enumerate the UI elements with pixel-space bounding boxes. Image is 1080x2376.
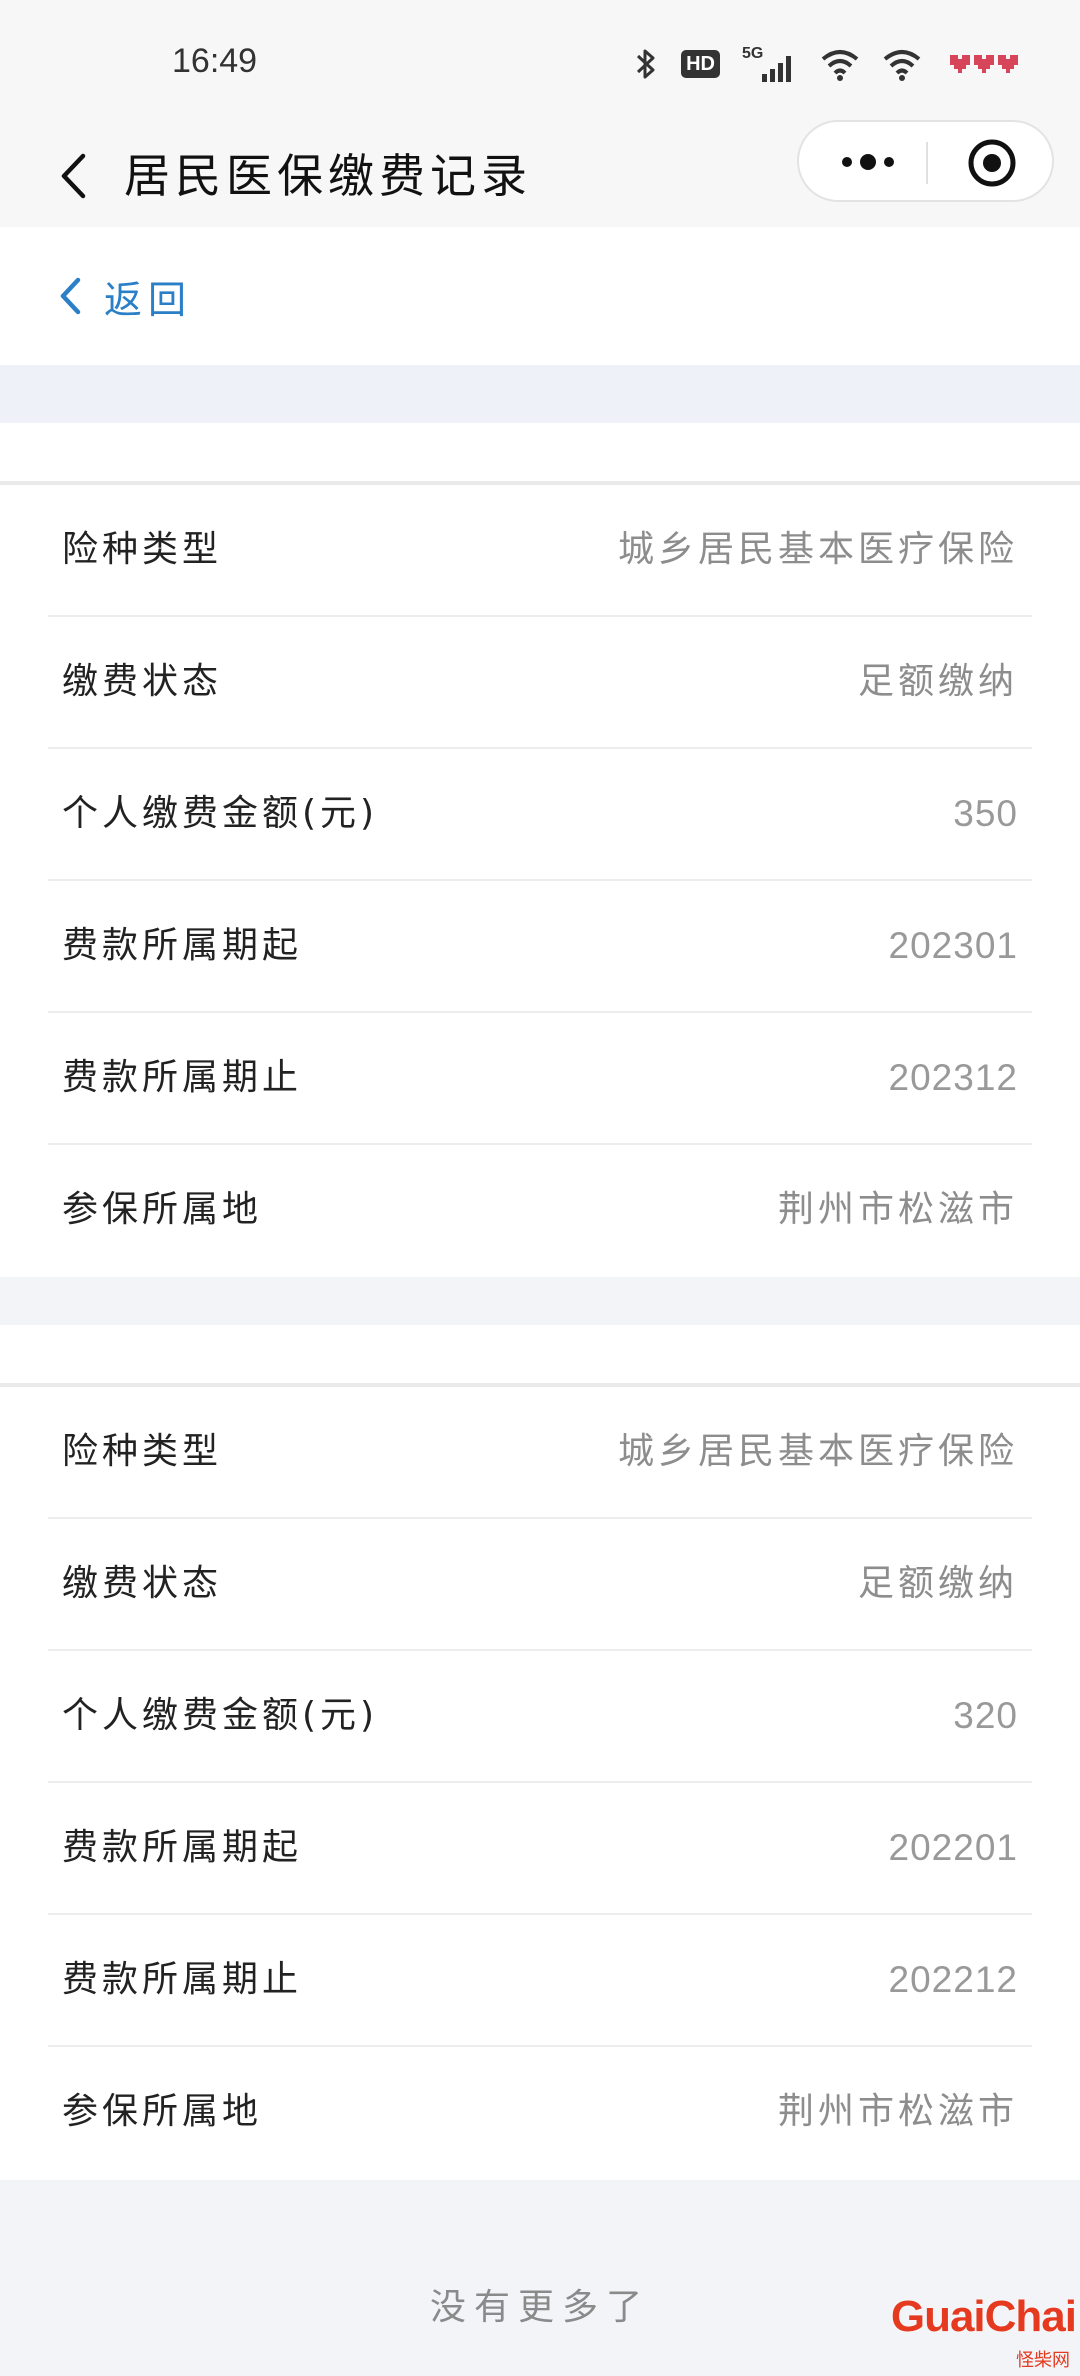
capsule-divider (926, 142, 928, 184)
status-icons: HD 5G (633, 44, 1018, 84)
network-label: 5G (742, 45, 763, 62)
row-label: 险种类型 (62, 529, 223, 570)
record-card: 险种类型 城乡居民基本医疗保险 缴费状态 足额缴纳 个人缴费金额(元) 320 … (0, 1325, 1080, 2180)
record-card: 险种类型 城乡居民基本医疗保险 缴费状态 足额缴纳 个人缴费金额(元) 350 … (0, 423, 1080, 1277)
more-button[interactable] (833, 142, 903, 182)
row-label: 费款所属期止 (62, 1057, 303, 1098)
row-value: 足额缴纳 (857, 661, 1018, 702)
back-link[interactable]: 返回 (58, 269, 192, 323)
record-row-period-end: 费款所属期止 202312 (48, 1013, 1032, 1145)
watermark-brand-cn: 怪柴网 (1016, 2350, 1070, 2371)
row-label: 险种类型 (62, 1431, 223, 1472)
row-label: 参保所属地 (62, 1189, 263, 1230)
back-link-label: 返回 (104, 277, 193, 322)
record-row-insurance-type: 险种类型 城乡居民基本医疗保险 (48, 485, 1032, 617)
row-label: 费款所属期起 (62, 1827, 303, 1868)
record-row-amount: 个人缴费金额(元) 320 (48, 1651, 1032, 1783)
row-label: 个人缴费金额(元) (62, 1695, 379, 1736)
watermark-brand: GuaiChai (890, 2292, 1077, 2341)
row-label: 个人缴费金额(元) (62, 793, 379, 834)
record-row-location: 参保所属地 荆州市松滋市 (48, 2047, 1032, 2179)
row-label: 费款所属期起 (62, 925, 303, 966)
back-row: 返回 (0, 227, 1080, 365)
chevron-left-icon (60, 277, 81, 315)
wifi-icon (820, 47, 860, 81)
row-value: 320 (953, 1695, 1018, 1736)
record-row-payment-status: 缴费状态 足额缴纳 (48, 617, 1032, 749)
record-row-period-start: 费款所属期起 202201 (48, 1783, 1032, 1915)
row-label: 缴费状态 (62, 1563, 223, 1604)
row-value: 202201 (888, 1827, 1018, 1868)
row-value: 足额缴纳 (857, 1563, 1018, 1604)
row-label: 参保所属地 (62, 2091, 263, 2132)
section-separator (0, 1277, 1080, 1325)
row-value: 350 (953, 793, 1018, 834)
record-row-period-end: 费款所属期止 202212 (48, 1915, 1032, 2047)
record-row-payment-status: 缴费状态 足额缴纳 (48, 1519, 1032, 1651)
record-row-location: 参保所属地 荆州市松滋市 (48, 1145, 1032, 1277)
more-dots-icon (842, 154, 894, 170)
wifi-icon-2 (882, 47, 922, 81)
row-label: 费款所属期止 (62, 1959, 303, 2000)
battery-icon (944, 51, 1018, 77)
miniprogram-capsule (797, 120, 1054, 202)
row-value: 202212 (888, 1959, 1018, 2000)
signal-5g-icon: 5G (742, 44, 798, 84)
row-value: 荆州市松滋市 (777, 1189, 1018, 1230)
section-separator (0, 365, 1080, 423)
record-row-amount: 个人缴费金额(元) 350 (48, 749, 1032, 881)
row-value: 202301 (888, 925, 1018, 966)
row-label: 缴费状态 (62, 661, 223, 702)
record-row-period-start: 费款所属期起 202301 (48, 881, 1032, 1013)
row-value: 202312 (888, 1057, 1018, 1098)
hd-badge: HD (681, 50, 720, 78)
chevron-left-icon (61, 153, 86, 199)
status-bar: 16:49 HD 5G (0, 0, 1080, 125)
record-row-insurance-type: 险种类型 城乡居民基本医疗保险 (48, 1387, 1032, 1519)
row-value: 城乡居民基本医疗保险 (617, 1431, 1018, 1472)
bluetooth-icon (633, 47, 659, 81)
row-value: 荆州市松滋市 (777, 2091, 1018, 2132)
nav-back-button[interactable] (38, 141, 108, 211)
row-value: 城乡居民基本医疗保险 (617, 529, 1018, 570)
status-time: 16:49 (172, 42, 258, 80)
page-title: 居民医保缴费记录 (124, 149, 532, 203)
target-circle-icon (968, 139, 1016, 187)
hd-icon: HD (681, 50, 720, 78)
close-miniprogram-button[interactable] (964, 135, 1020, 191)
watermark-logo: GuaiChai 怪柴网 (866, 2286, 1077, 2371)
